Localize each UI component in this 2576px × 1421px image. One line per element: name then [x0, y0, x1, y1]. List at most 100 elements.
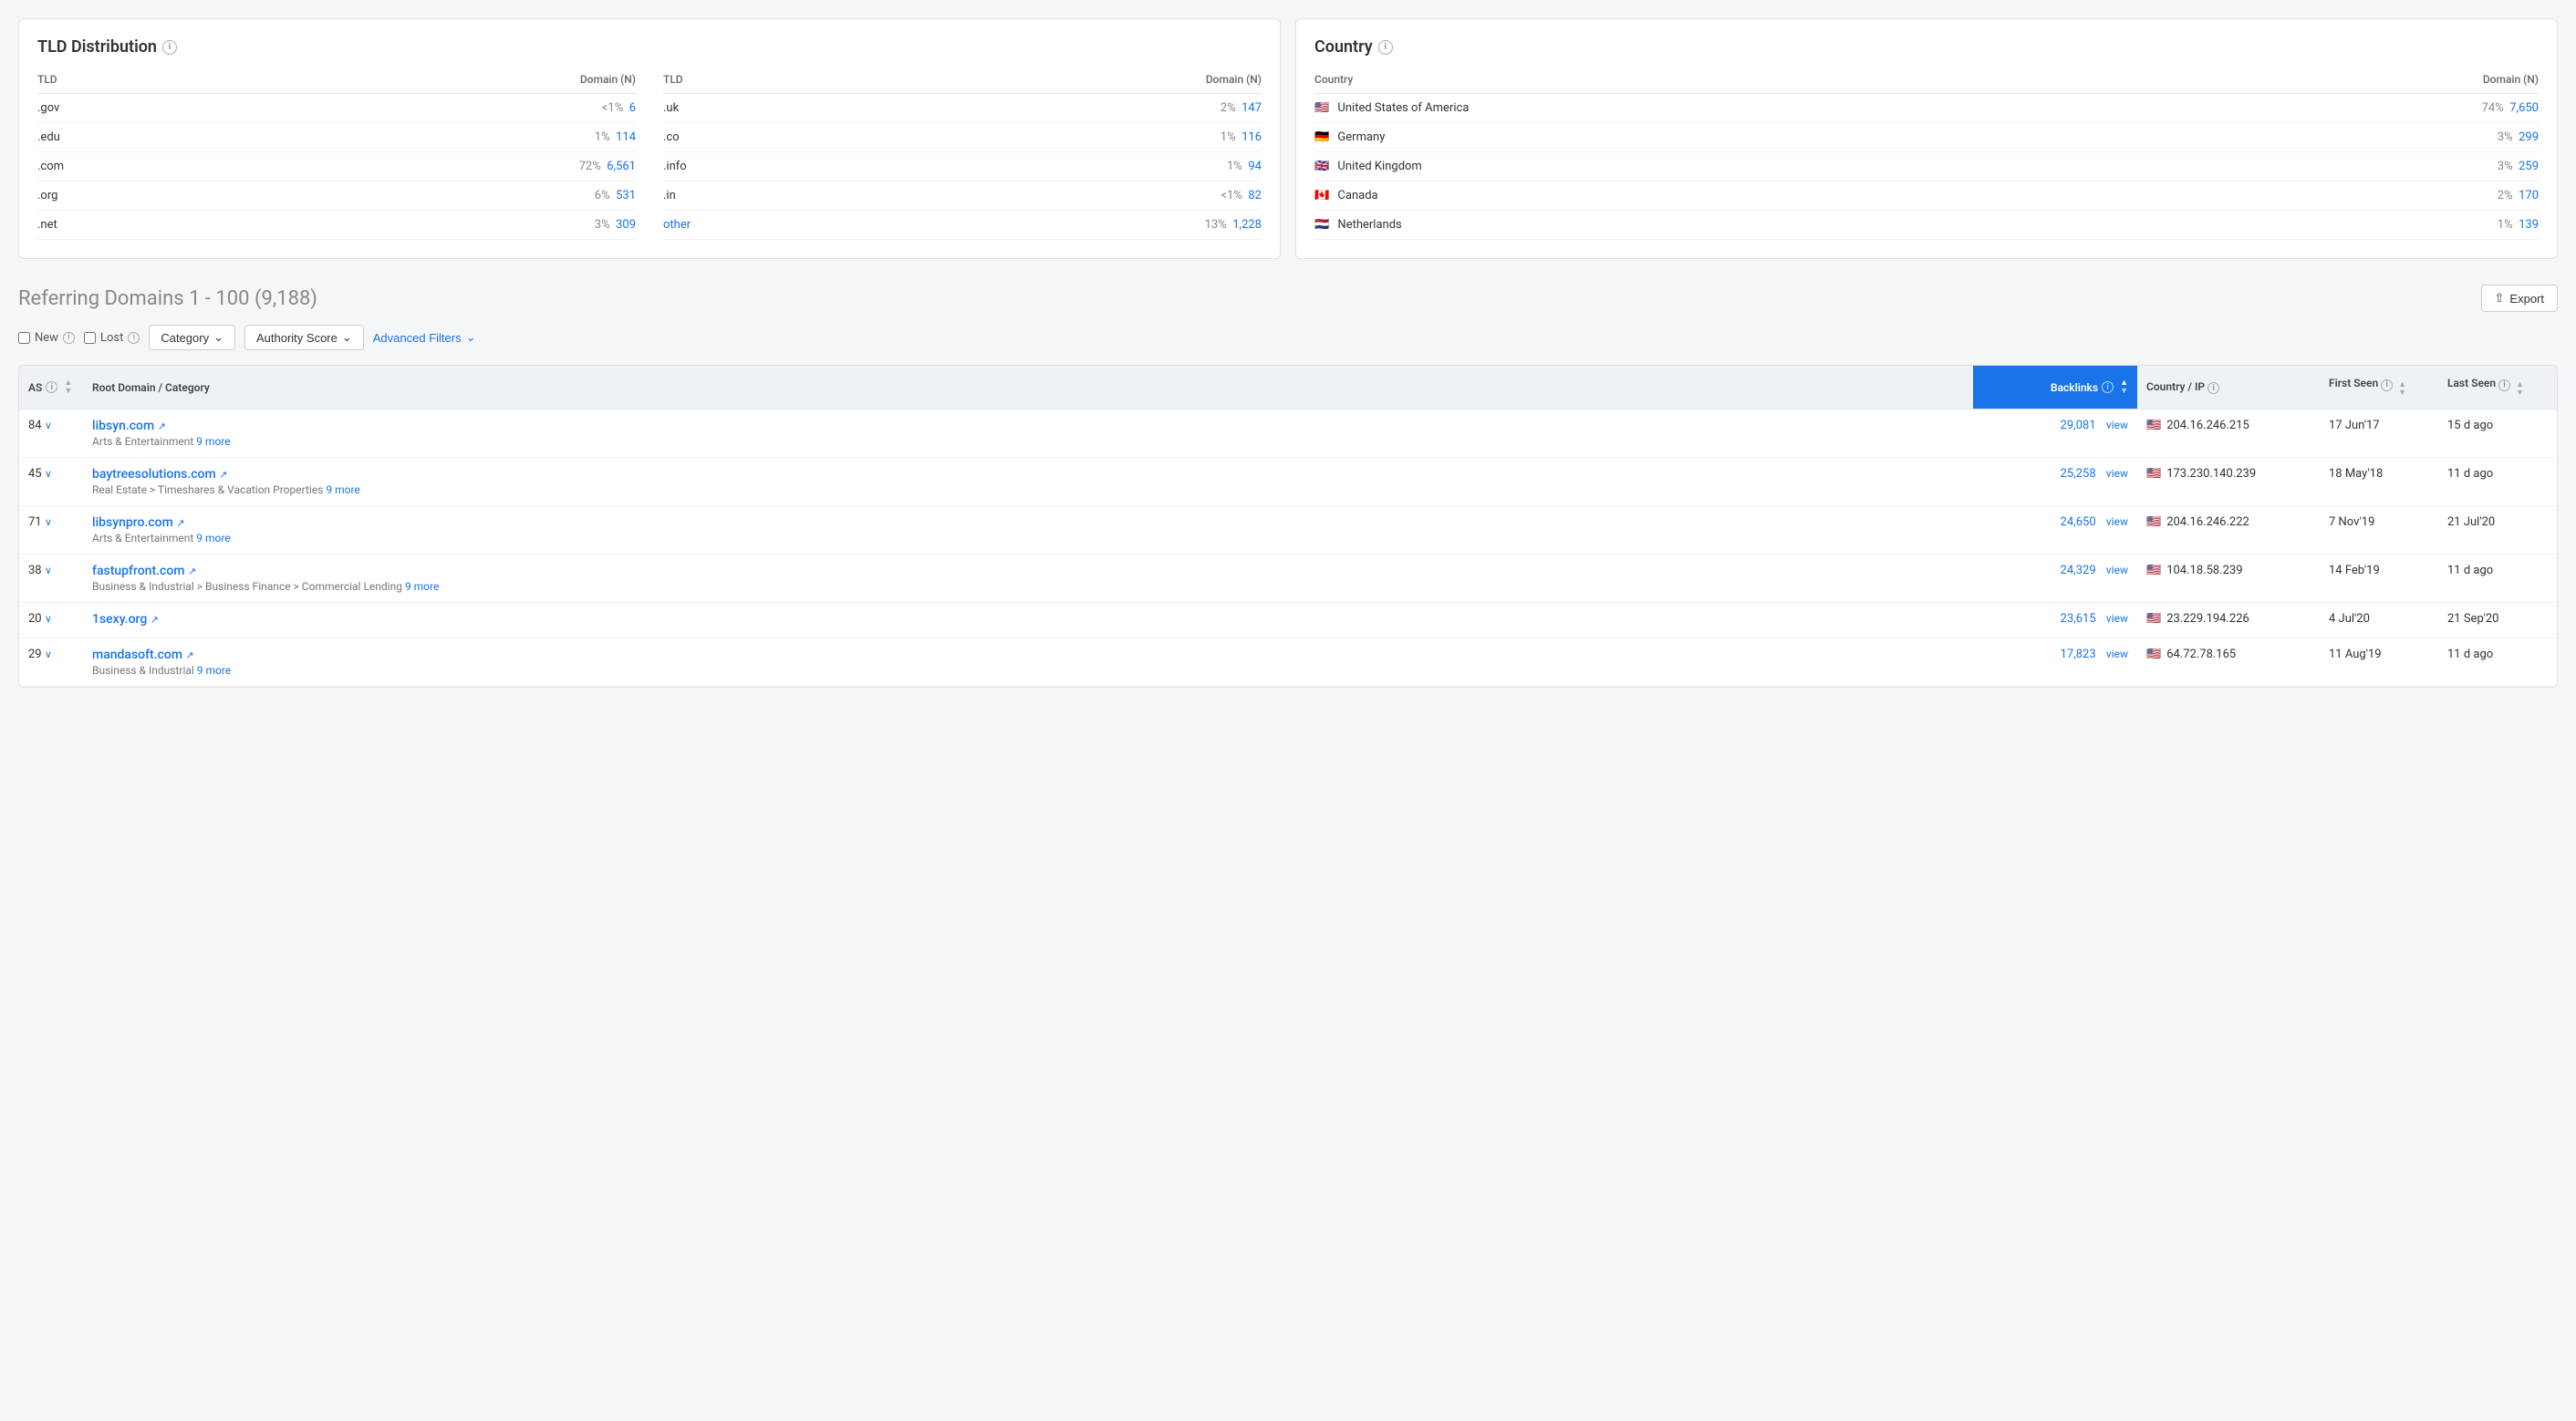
tld-count-link[interactable]: 94: [1248, 160, 1262, 173]
domain-link[interactable]: 1sexy.org ↗: [92, 612, 159, 627]
country-info-icon[interactable]: i: [1378, 40, 1393, 55]
backlinks-value[interactable]: 17,823: [2061, 648, 2096, 661]
tld-pct: 72%: [579, 160, 601, 173]
authority-chevron-icon: ⌄: [342, 330, 352, 345]
backlinks-cell: 29,081 view: [1973, 410, 2137, 458]
tld-count-link[interactable]: 116: [1241, 130, 1262, 144]
col-header-first[interactable]: First Seen i ▲▼: [2320, 366, 2438, 410]
as-caret[interactable]: ∨: [45, 648, 52, 660]
new-checkbox[interactable]: [18, 332, 30, 344]
domain-link[interactable]: fastupfront.com ↗: [92, 564, 196, 578]
country-count-link[interactable]: 299: [2519, 130, 2539, 144]
view-link[interactable]: view: [2106, 648, 2128, 660]
table-row: 29 ∨ mandasoft.com ↗ Business & Industri…: [19, 638, 2557, 687]
referring-range: 1 - 100 (9,188): [189, 287, 317, 310]
advanced-filters-button[interactable]: Advanced Filters ⌄: [373, 330, 476, 345]
country-name: Germany: [1337, 130, 1385, 144]
backlinks-value[interactable]: 25,258: [2061, 467, 2096, 481]
tld-row: .com 72% 6,561: [37, 152, 636, 182]
tld-name: .uk: [663, 94, 858, 123]
backlinks-value[interactable]: 24,650: [2061, 515, 2096, 529]
more-link[interactable]: 9 more: [326, 483, 359, 496]
country-name-cell: 🇬🇧 United Kingdom: [1314, 152, 2209, 182]
as-col-info-icon[interactable]: i: [46, 381, 57, 393]
tld-count-link[interactable]: 6,561: [607, 160, 636, 173]
as-value: 84: [28, 419, 42, 432]
tld-count-link[interactable]: 1,228: [1232, 218, 1262, 232]
country-flag: 🇳🇱: [1314, 218, 1329, 232]
more-link[interactable]: 9 more: [196, 532, 230, 545]
tld-col1-header-tld: TLD: [37, 69, 227, 94]
tld-count-link[interactable]: 114: [616, 130, 636, 144]
backlinks-cell: 24,329 view: [1973, 555, 2137, 603]
domain-link[interactable]: libsynpro.com ↗: [92, 515, 184, 530]
more-link[interactable]: 9 more: [197, 664, 231, 677]
tld-domain-count: 1% 94: [858, 152, 1262, 182]
country-flag: 🇬🇧: [1314, 160, 1329, 173]
filters-bar: New i Lost i Category ⌄ Authority Score …: [18, 325, 2558, 350]
as-caret[interactable]: ∨: [45, 613, 52, 625]
tld-count-link[interactable]: 82: [1248, 189, 1262, 202]
first-col-info-icon[interactable]: i: [2381, 379, 2393, 391]
country-count-link[interactable]: 259: [2519, 160, 2539, 173]
domain-link[interactable]: mandasoft.com ↗: [92, 648, 194, 662]
lost-filter-label[interactable]: Lost i: [84, 331, 140, 345]
view-link[interactable]: view: [2106, 564, 2128, 576]
first-seen-cell: 18 May'18: [2320, 458, 2438, 506]
backlinks-value[interactable]: 24,329: [2061, 564, 2096, 577]
lost-checkbox[interactable]: [84, 332, 96, 344]
last-col-info-icon[interactable]: i: [2498, 379, 2510, 391]
tld-col-2: TLD Domain (N) .uk 2% 147 .co 1% 116 .in…: [663, 69, 1262, 240]
col-header-last[interactable]: Last Seen i ▲▼: [2438, 366, 2557, 410]
backlinks-sort-arrows: ▲▼: [2120, 379, 2128, 396]
col-last-label: Last Seen: [2447, 377, 2496, 389]
row-ip: 23.229.194.226: [2166, 612, 2249, 626]
new-info-icon[interactable]: i: [63, 332, 75, 344]
view-link[interactable]: view: [2106, 419, 2128, 431]
authority-filter-button[interactable]: Authority Score ⌄: [244, 325, 364, 350]
col-header-backlinks[interactable]: Backlinks i ▲▼: [1973, 366, 2137, 410]
tld-count-link[interactable]: 6: [629, 101, 636, 115]
backlinks-value[interactable]: 29,081: [2061, 419, 2096, 432]
domain-link[interactable]: baytreesolutions.com ↗: [92, 467, 227, 482]
tld-name: .edu: [37, 123, 227, 152]
tld-count-link[interactable]: 147: [1241, 101, 1262, 115]
tld-count-link[interactable]: 309: [616, 218, 636, 232]
backlinks-col-info-icon[interactable]: i: [2102, 381, 2114, 393]
external-icon: ↗: [151, 614, 159, 626]
as-caret[interactable]: ∨: [45, 565, 52, 576]
view-link[interactable]: view: [2106, 612, 2128, 625]
country-count-link[interactable]: 7,650: [2509, 101, 2539, 115]
advanced-filters-label: Advanced Filters: [373, 331, 462, 345]
as-value: 20: [28, 612, 42, 626]
as-caret[interactable]: ∨: [45, 516, 52, 528]
tld-pct: 1%: [1227, 160, 1242, 173]
domain-cell: baytreesolutions.com ↗ Real Estate > Tim…: [83, 458, 1973, 506]
view-link[interactable]: view: [2106, 515, 2128, 528]
col-header-as[interactable]: AS i ▲▼: [19, 366, 83, 410]
backlinks-value[interactable]: 23,615: [2061, 612, 2096, 626]
other-tld-link[interactable]: other: [663, 218, 691, 232]
first-seen-cell: 7 Nov'19: [2320, 506, 2438, 555]
first-seen-cell: 17 Jun'17: [2320, 410, 2438, 458]
export-button[interactable]: ⇧ Export: [2481, 285, 2558, 312]
tld-info-icon[interactable]: i: [162, 40, 177, 55]
as-caret[interactable]: ∨: [45, 468, 52, 480]
tld-count-link[interactable]: 531: [616, 189, 636, 202]
domain-link[interactable]: libsyn.com ↗: [92, 419, 166, 433]
more-link[interactable]: 9 more: [405, 580, 439, 593]
lost-info-icon[interactable]: i: [128, 332, 140, 344]
country-count-link[interactable]: 170: [2519, 189, 2539, 202]
view-link[interactable]: view: [2106, 467, 2128, 480]
row-flag: 🇺🇸: [2146, 648, 2161, 661]
country-pct: 2%: [2498, 189, 2513, 202]
category-filter-button[interactable]: Category ⌄: [149, 325, 235, 350]
tld-col2-header-domain: Domain (N): [858, 69, 1262, 94]
country-count-link[interactable]: 139: [2519, 218, 2539, 232]
as-caret[interactable]: ∨: [45, 420, 52, 431]
more-link[interactable]: 9 more: [196, 435, 230, 448]
first-seen-cell: 14 Feb'19: [2320, 555, 2438, 603]
tld-name: .org: [37, 182, 227, 211]
new-filter-label[interactable]: New i: [18, 331, 75, 345]
country-col-info-icon[interactable]: i: [2207, 382, 2219, 394]
